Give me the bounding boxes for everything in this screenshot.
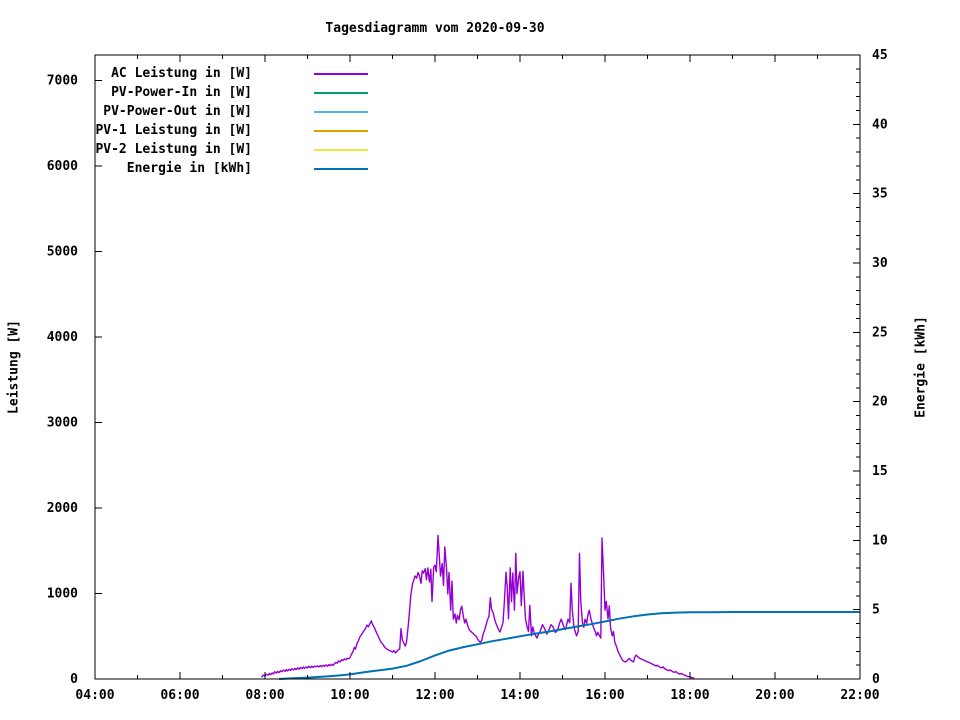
y-left-tick-label: 2000 xyxy=(47,501,78,516)
legend-label: PV-2 Leistung in [W] xyxy=(95,142,252,157)
y-left-tick-label: 4000 xyxy=(47,330,78,345)
legend-label: PV-Power-Out in [W] xyxy=(103,104,252,119)
x-tick-label: 08:00 xyxy=(245,688,284,703)
y-right-tick-label: 30 xyxy=(872,256,888,271)
y-left-tick-label: 3000 xyxy=(47,416,78,431)
legend-row: PV-Power-In in [W] xyxy=(60,83,368,102)
legend-label: PV-Power-In in [W] xyxy=(111,85,252,100)
y-right-tick-label: 25 xyxy=(872,325,888,340)
legend-line-swatch xyxy=(314,167,368,170)
legend-row: Energie in [kWh] xyxy=(60,159,368,178)
y-right-tick-label: 15 xyxy=(872,464,888,479)
y-left-tick-label: 5000 xyxy=(47,245,78,260)
chart-canvas: Tagesdiagramm vom 2020-09-30 Leistung [W… xyxy=(0,0,960,720)
y-left-tick-label: 1000 xyxy=(47,587,78,602)
legend-row: AC Leistung in [W] xyxy=(60,64,368,83)
x-tick-label: 16:00 xyxy=(585,688,624,703)
series-line-ac-leistung-in-w- xyxy=(261,534,695,679)
x-tick-label: 12:00 xyxy=(415,688,454,703)
legend-line-swatch xyxy=(314,91,368,94)
legend-line-swatch xyxy=(314,110,368,113)
x-tick-label: 22:00 xyxy=(840,688,879,703)
legend-label: PV-1 Leistung in [W] xyxy=(95,123,252,138)
legend-line-swatch xyxy=(314,72,368,75)
x-tick-label: 06:00 xyxy=(160,688,199,703)
legend-row: PV-Power-Out in [W] xyxy=(60,102,368,121)
legend-row: PV-2 Leistung in [W] xyxy=(60,140,368,159)
y-right-tick-label: 10 xyxy=(872,533,888,548)
y-right-tick-label: 35 xyxy=(872,187,888,202)
x-tick-label: 14:00 xyxy=(500,688,539,703)
x-tick-label: 04:00 xyxy=(75,688,114,703)
y-left-tick-label: 0 xyxy=(70,672,78,687)
y-right-tick-label: 40 xyxy=(872,117,888,132)
legend-line-swatch xyxy=(314,148,368,151)
y-right-tick-label: 20 xyxy=(872,395,888,410)
y-right-tick-label: 5 xyxy=(872,603,880,618)
x-tick-label: 10:00 xyxy=(330,688,369,703)
legend-row: PV-1 Leistung in [W] xyxy=(60,121,368,140)
x-tick-label: 20:00 xyxy=(755,688,794,703)
legend-line-swatch xyxy=(314,129,368,132)
x-tick-label: 18:00 xyxy=(670,688,709,703)
y-right-tick-label: 0 xyxy=(872,672,880,687)
legend-label: Energie in [kWh] xyxy=(126,161,252,176)
legend-label: AC Leistung in [W] xyxy=(111,66,252,81)
y-right-tick-label: 45 xyxy=(872,48,888,63)
